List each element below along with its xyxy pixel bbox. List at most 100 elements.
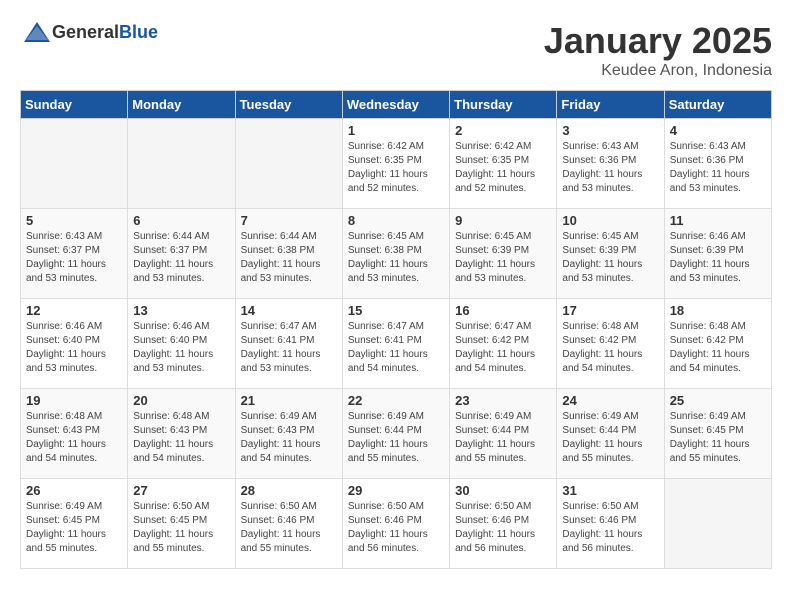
day-info: Sunrise: 6:46 AMSunset: 6:40 PMDaylight:… [133, 320, 229, 376]
day-number: 17 [562, 303, 658, 318]
day-number: 1 [348, 123, 444, 138]
calendar-cell: 5 Sunrise: 6:43 AMSunset: 6:37 PMDaylight… [21, 209, 128, 299]
day-info: Sunrise: 6:45 AMSunset: 6:39 PMDaylight:… [455, 230, 551, 286]
calendar-cell [235, 119, 342, 209]
day-info: Sunrise: 6:48 AMSunset: 6:43 PMDaylight:… [133, 410, 229, 466]
calendar-cell: 27 Sunrise: 6:50 AMSunset: 6:45 PMDayligh… [128, 479, 235, 569]
day-number: 15 [348, 303, 444, 318]
day-info: Sunrise: 6:47 AMSunset: 6:42 PMDaylight:… [455, 320, 551, 376]
calendar-cell: 19 Sunrise: 6:48 AMSunset: 6:43 PMDayligh… [21, 389, 128, 479]
day-info: Sunrise: 6:46 AMSunset: 6:40 PMDaylight:… [26, 320, 122, 376]
day-info: Sunrise: 6:49 AMSunset: 6:45 PMDaylight:… [26, 500, 122, 556]
week-row-5: 26 Sunrise: 6:49 AMSunset: 6:45 PMDayligh… [21, 479, 772, 569]
day-number: 28 [241, 483, 337, 498]
calendar-cell: 25Sunrise: 6:49 AMSunset: 6:45 PMDayligh… [664, 389, 771, 479]
header-day-monday: Monday [128, 91, 235, 119]
day-info: Sunrise: 6:49 AMSunset: 6:44 PMDaylight:… [562, 410, 658, 466]
day-number: 2 [455, 123, 551, 138]
day-number: 26 [26, 483, 122, 498]
calendar-cell: 6Sunrise: 6:44 AMSunset: 6:37 PMDaylight… [128, 209, 235, 299]
day-number: 5 [26, 213, 122, 228]
day-info: Sunrise: 6:43 AMSunset: 6:36 PMDaylight:… [562, 140, 658, 196]
day-number: 11 [670, 213, 766, 228]
day-info: Sunrise: 6:46 AMSunset: 6:39 PMDaylight:… [670, 230, 766, 286]
calendar-table: SundayMondayTuesdayWednesdayThursdayFrid… [20, 90, 772, 569]
day-info: Sunrise: 6:50 AMSunset: 6:46 PMDaylight:… [348, 500, 444, 556]
calendar-cell: 16 Sunrise: 6:47 AMSunset: 6:42 PMDayligh… [450, 299, 557, 389]
day-info: Sunrise: 6:50 AMSunset: 6:46 PMDaylight:… [562, 500, 658, 556]
calendar-cell: 1 Sunrise: 6:42 AMSunset: 6:35 PMDaylight… [342, 119, 449, 209]
logo-general: General [52, 22, 119, 42]
calendar-cell: 14 Sunrise: 6:47 AMSunset: 6:41 PMDayligh… [235, 299, 342, 389]
day-number: 31 [562, 483, 658, 498]
day-info: Sunrise: 6:44 AMSunset: 6:38 PMDaylight:… [241, 230, 337, 286]
day-info: Sunrise: 6:42 AMSunset: 6:35 PMDaylight:… [348, 140, 444, 196]
day-info: Sunrise: 6:48 AMSunset: 6:42 PMDaylight:… [670, 320, 766, 376]
day-info: Sunrise: 6:47 AMSunset: 6:41 PMDaylight:… [348, 320, 444, 376]
header-day-thursday: Thursday [450, 91, 557, 119]
day-number: 19 [26, 393, 122, 408]
header: GeneralBlue January 2025 Keudee Aron, In… [20, 20, 772, 80]
calendar-cell: 24Sunrise: 6:49 AMSunset: 6:44 PMDayligh… [557, 389, 664, 479]
logo-blue: Blue [119, 22, 158, 42]
header-day-saturday: Saturday [664, 91, 771, 119]
day-number: 13 [133, 303, 229, 318]
day-number: 22 [348, 393, 444, 408]
calendar-cell [21, 119, 128, 209]
day-info: Sunrise: 6:44 AMSunset: 6:37 PMDaylight:… [133, 230, 229, 286]
week-row-2: 5 Sunrise: 6:43 AMSunset: 6:37 PMDaylight… [21, 209, 772, 299]
calendar-cell: 9 Sunrise: 6:45 AMSunset: 6:39 PMDaylight… [450, 209, 557, 299]
header-day-wednesday: Wednesday [342, 91, 449, 119]
day-number: 12 [26, 303, 122, 318]
calendar-cell: 17 Sunrise: 6:48 AMSunset: 6:42 PMDayligh… [557, 299, 664, 389]
day-number: 29 [348, 483, 444, 498]
calendar-cell: 18 Sunrise: 6:48 AMSunset: 6:42 PMDayligh… [664, 299, 771, 389]
day-info: Sunrise: 6:49 AMSunset: 6:44 PMDaylight:… [455, 410, 551, 466]
calendar-subtitle: Keudee Aron, Indonesia [544, 62, 772, 80]
title-area: January 2025 Keudee Aron, Indonesia [544, 20, 772, 80]
day-number: 30 [455, 483, 551, 498]
day-number: 25 [670, 393, 766, 408]
day-number: 9 [455, 213, 551, 228]
header-day-friday: Friday [557, 91, 664, 119]
day-number: 23 [455, 393, 551, 408]
day-number: 10 [562, 213, 658, 228]
calendar-cell: 31 Sunrise: 6:50 AMSunset: 6:46 PMDayligh… [557, 479, 664, 569]
day-info: Sunrise: 6:50 AMSunset: 6:46 PMDaylight:… [455, 500, 551, 556]
calendar-cell: 28 Sunrise: 6:50 AMSunset: 6:46 PMDayligh… [235, 479, 342, 569]
calendar-cell [128, 119, 235, 209]
calendar-cell: 8Sunrise: 6:45 AMSunset: 6:38 PMDaylight… [342, 209, 449, 299]
header-day-sunday: Sunday [21, 91, 128, 119]
day-info: Sunrise: 6:43 AMSunset: 6:37 PMDaylight:… [26, 230, 122, 286]
day-info: Sunrise: 6:49 AMSunset: 6:44 PMDaylight:… [348, 410, 444, 466]
day-number: 7 [241, 213, 337, 228]
day-number: 21 [241, 393, 337, 408]
calendar-cell: 15 Sunrise: 6:47 AMSunset: 6:41 PMDayligh… [342, 299, 449, 389]
day-number: 16 [455, 303, 551, 318]
day-info: Sunrise: 6:48 AMSunset: 6:42 PMDaylight:… [562, 320, 658, 376]
day-number: 4 [670, 123, 766, 138]
calendar-cell: 21Sunrise: 6:49 AMSunset: 6:43 PMDayligh… [235, 389, 342, 479]
week-row-3: 12 Sunrise: 6:46 AMSunset: 6:40 PMDayligh… [21, 299, 772, 389]
day-info: Sunrise: 6:48 AMSunset: 6:43 PMDaylight:… [26, 410, 122, 466]
day-number: 14 [241, 303, 337, 318]
calendar-cell: 29 Sunrise: 6:50 AMSunset: 6:46 PMDayligh… [342, 479, 449, 569]
calendar-cell: 13 Sunrise: 6:46 AMSunset: 6:40 PMDayligh… [128, 299, 235, 389]
day-info: Sunrise: 6:45 AMSunset: 6:39 PMDaylight:… [562, 230, 658, 286]
logo-icon [22, 20, 52, 44]
day-number: 20 [133, 393, 229, 408]
day-info: Sunrise: 6:47 AMSunset: 6:41 PMDaylight:… [241, 320, 337, 376]
calendar-cell: 10 Sunrise: 6:45 AMSunset: 6:39 PMDayligh… [557, 209, 664, 299]
calendar-cell: 20 Sunrise: 6:48 AMSunset: 6:43 PMDayligh… [128, 389, 235, 479]
day-info: Sunrise: 6:45 AMSunset: 6:38 PMDaylight:… [348, 230, 444, 286]
calendar-cell [664, 479, 771, 569]
day-number: 18 [670, 303, 766, 318]
day-number: 3 [562, 123, 658, 138]
calendar-header-row: SundayMondayTuesdayWednesdayThursdayFrid… [21, 91, 772, 119]
day-info: Sunrise: 6:50 AMSunset: 6:45 PMDaylight:… [133, 500, 229, 556]
day-info: Sunrise: 6:43 AMSunset: 6:36 PMDaylight:… [670, 140, 766, 196]
calendar-cell: 7 Sunrise: 6:44 AMSunset: 6:38 PMDaylight… [235, 209, 342, 299]
day-number: 27 [133, 483, 229, 498]
logo: GeneralBlue [20, 20, 158, 44]
day-info: Sunrise: 6:50 AMSunset: 6:46 PMDaylight:… [241, 500, 337, 556]
